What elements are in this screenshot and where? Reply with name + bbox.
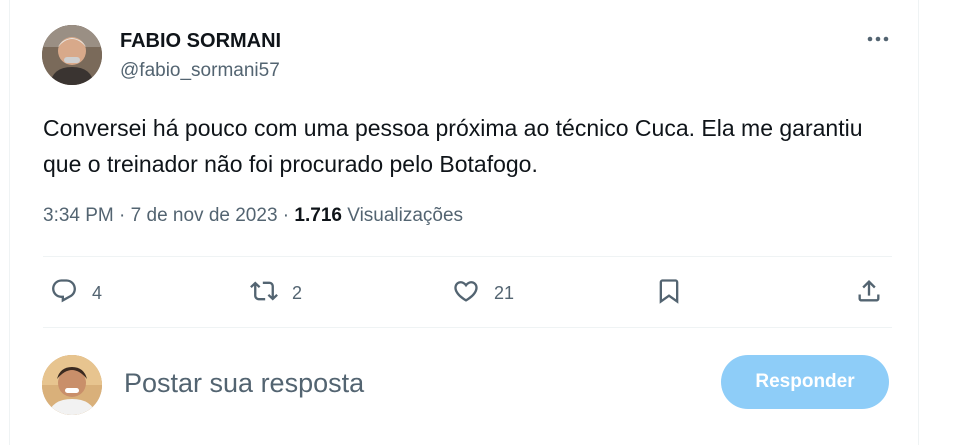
views-count[interactable]: 1.716 (294, 205, 342, 226)
bookmark-icon (655, 277, 683, 310)
reply-input[interactable] (122, 362, 686, 404)
retweet-icon (250, 277, 278, 310)
more-icon (866, 30, 890, 48)
bookmark-button[interactable] (655, 276, 683, 310)
heart-icon (452, 277, 480, 310)
more-button[interactable] (862, 26, 894, 52)
share-button[interactable] (855, 276, 883, 310)
reply-count: 4 (92, 282, 103, 303)
user-avatar[interactable] (42, 355, 102, 415)
tweet-time[interactable]: 3:34 PM (43, 205, 114, 226)
views-label[interactable]: Visualizações (347, 205, 463, 226)
author-avatar[interactable] (42, 25, 102, 85)
reply-icon (50, 277, 78, 310)
divider (43, 327, 892, 328)
tweet-date[interactable]: 7 de nov de 2023 (131, 205, 278, 226)
tweet-text: Conversei há pouco com uma pessoa próxim… (43, 115, 863, 177)
author-handle[interactable]: @fabio_sormani57 (120, 60, 280, 82)
reply-button[interactable]: 4 (50, 276, 102, 310)
tweet-meta: 3:34 PM · 7 de nov de 2023 · 1.716 Visua… (43, 205, 463, 227)
share-icon (855, 277, 883, 310)
respond-button[interactable]: Responder (721, 355, 889, 409)
meta-separator: · (119, 205, 126, 226)
retweet-count: 2 (292, 282, 303, 303)
like-count: 21 (494, 282, 515, 303)
author-name[interactable]: FABIO SORMANI (120, 30, 281, 53)
like-button[interactable]: 21 (452, 276, 514, 310)
retweet-button[interactable]: 2 (250, 276, 302, 310)
divider (43, 256, 892, 257)
meta-separator: · (282, 205, 290, 226)
